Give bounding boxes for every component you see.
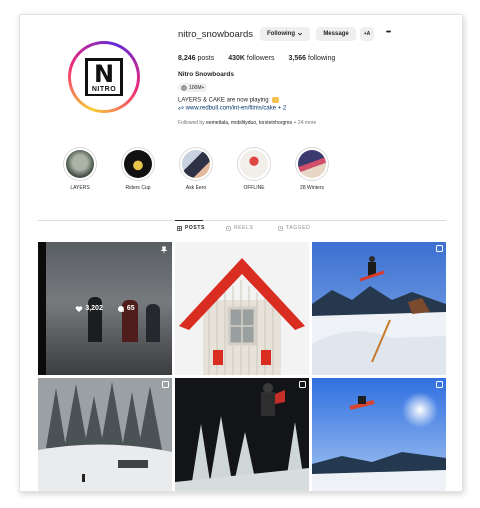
threads-badge-label: 100M+ (189, 84, 205, 91)
active-tab-indicator (175, 220, 203, 221)
reel-badge-icon (436, 381, 443, 388)
followers-stat-label: followers (246, 55, 275, 62)
highlight-28-winters[interactable]: 28 Winters (292, 147, 332, 191)
bio-text: LAYERS & CAKE are now playing (178, 97, 269, 104)
following-button[interactable]: Following (260, 27, 310, 41)
highlight-offline[interactable]: OFFLINE (234, 147, 274, 191)
reel-badge-icon (436, 245, 443, 252)
profile-bio: LAYERS & CAKE are now playing (178, 97, 280, 104)
reels-icon (226, 225, 231, 231)
tab-posts[interactable]: POSTS (177, 225, 205, 231)
highlight-28-winters-image (298, 150, 326, 178)
posts-grid-icon (177, 225, 182, 231)
tab-tagged[interactable]: TAGGED (278, 225, 310, 231)
tab-tagged-label: TAGGED (286, 225, 311, 231)
highlight-layers-image (66, 150, 94, 178)
tagged-icon (278, 225, 283, 231)
bio-emoji (272, 97, 280, 103)
post-tile[interactable]: 3,202 65 (38, 242, 172, 375)
following-stat-label: following (308, 55, 336, 62)
threads-icon (181, 84, 187, 91)
profile-full-name: Nitro Snowboards (178, 71, 234, 78)
threads-badge[interactable]: 100M+ (178, 83, 208, 92)
heart-icon (76, 305, 83, 312)
following-button-label: Following (267, 31, 295, 37)
posts-stat-label: posts (197, 55, 215, 62)
cabin-photo (175, 242, 309, 375)
posts-grid: 3,202 65 (38, 242, 446, 491)
post-tile[interactable] (312, 378, 446, 491)
pin-icon (160, 246, 168, 254)
highlight-label: LAYERS (70, 185, 90, 191)
profile-tabs: POSTS REELS TAGGED (20, 220, 462, 237)
night-trick-photo (175, 378, 309, 491)
tab-reels-label: REELS (234, 225, 254, 231)
followed-by-names: eemettala, mobilityduo, torsteinhorgmo (206, 120, 293, 126)
highlight-riders-cup[interactable]: Riders Cup (118, 147, 158, 191)
followers-count: 430K (228, 55, 245, 62)
jump-photo (312, 242, 446, 375)
highlight-ask-eero[interactable]: Ask Eero (176, 147, 216, 191)
highlight-label: Ask Eero (185, 185, 207, 191)
snowpark-photo (38, 378, 172, 491)
profile-link[interactable]: www.redbull.com/int-en/films/cake + 2 (178, 105, 286, 112)
instagram-profile-window: N NITRO nitro_snowboards Following Messa… (19, 14, 463, 492)
reel-badge-icon (299, 381, 306, 388)
highlight-layers[interactable]: LAYERS (60, 147, 100, 191)
logo-word: NITRO (88, 86, 120, 94)
chevron-down-icon (297, 32, 303, 36)
comment-icon (117, 305, 125, 312)
profile-link-text: www.redbull.com/int-en/films/cake + 2 (185, 105, 287, 112)
nitro-logo: N NITRO (85, 58, 123, 96)
like-count: 3,202 (75, 305, 103, 313)
sun-jump-photo (312, 378, 446, 491)
followed-by-suffix: + 24 more (293, 120, 317, 126)
highlight-label: Riders Cup (125, 185, 151, 191)
following-count: 3,566 (288, 55, 307, 62)
reel-badge-icon (162, 381, 169, 388)
following-stat[interactable]: 3,566 following (289, 55, 336, 62)
post-tile[interactable] (312, 242, 446, 375)
tab-posts-label: POSTS (185, 225, 205, 231)
link-icon (178, 106, 184, 110)
highlight-label: OFFLINE (243, 185, 265, 191)
followers-stat[interactable]: 430K followers (228, 55, 274, 62)
like-count-value: 3,202 (85, 305, 103, 312)
highlight-label: 28 Winters (300, 185, 324, 191)
add-user-label: +A (363, 31, 371, 37)
tab-reels[interactable]: REELS (226, 225, 253, 231)
posts-count: 8,246 (178, 55, 196, 62)
profile-stats: 8,246 posts 430K followers 3,566 followi… (178, 55, 335, 62)
comment-count: 65 (117, 305, 135, 313)
followed-by-prefix: Followed by (178, 120, 205, 126)
highlight-riders-cup-image (124, 150, 152, 178)
highlight-offline-image (240, 150, 268, 178)
post-hover-overlay: 3,202 65 (38, 242, 172, 375)
profile-username: nitro_snowboards (178, 29, 253, 40)
followed-by[interactable]: Followed by eemettala, mobilityduo, tors… (178, 120, 316, 126)
logo-letter: N (93, 60, 115, 88)
post-tile[interactable] (175, 242, 309, 375)
post-tile[interactable] (175, 378, 309, 491)
story-highlights: LAYERS Riders Cup Ask Eero OFFLINE 28 Wi… (60, 147, 340, 197)
message-button-label: Message (323, 31, 349, 37)
add-user-button[interactable]: +A (360, 27, 374, 41)
profile-avatar[interactable]: N NITRO (68, 41, 140, 113)
posts-stat: 8,246 posts (178, 55, 214, 62)
more-options-icon: ••• (385, 29, 391, 36)
comment-count-value: 65 (126, 305, 135, 312)
post-tile[interactable] (38, 378, 172, 491)
highlight-ask-eero-image (182, 150, 210, 178)
message-button[interactable]: Message (316, 27, 356, 41)
more-options-button[interactable]: ••• (380, 27, 396, 41)
